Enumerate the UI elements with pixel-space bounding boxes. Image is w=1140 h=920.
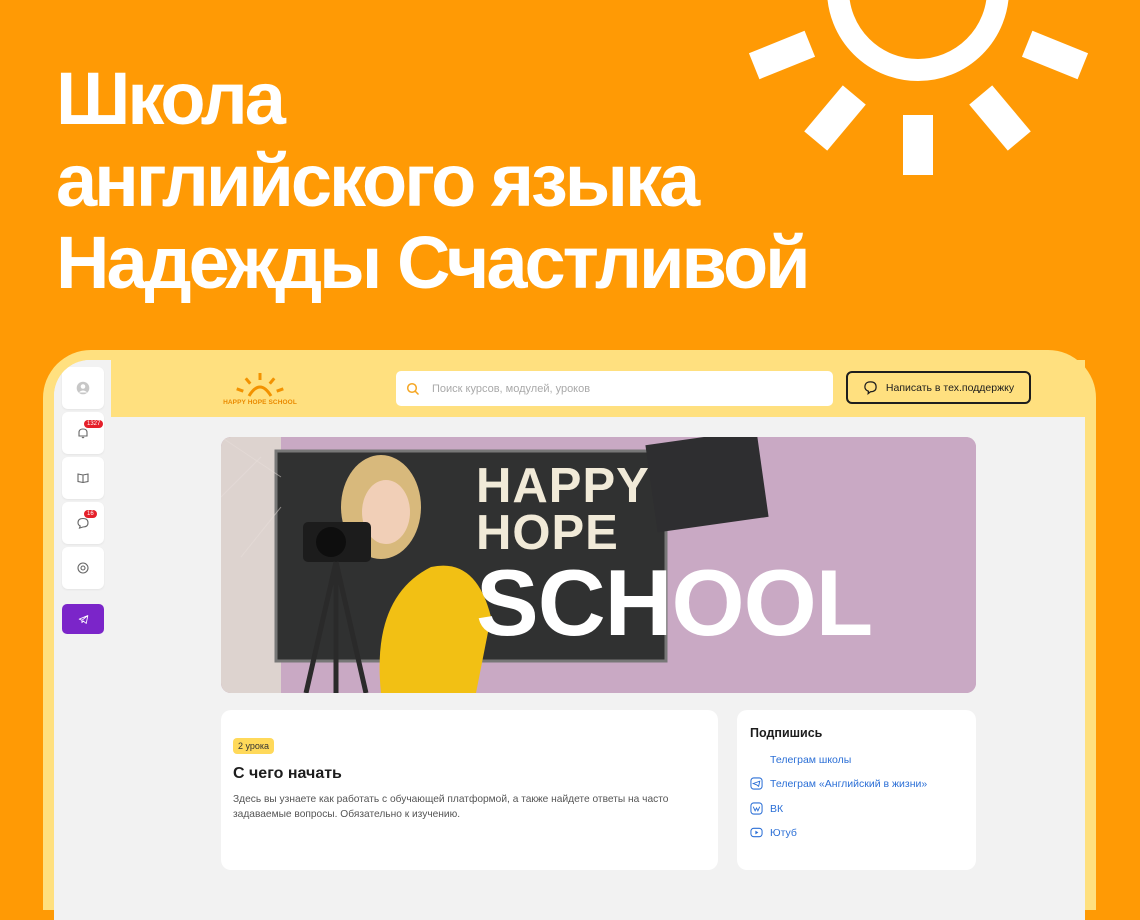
course-card[interactable]: 2 урока С чего начать Здесь вы узнаете к… xyxy=(221,710,718,870)
banner-title: HAPPY HOPE SCHOOL xyxy=(476,459,873,656)
support-label: Написать в тех.поддержку xyxy=(885,381,1015,394)
link-youtube[interactable]: Ютуб xyxy=(750,826,797,839)
telegram-icon xyxy=(750,777,763,790)
blank-icon xyxy=(750,753,763,766)
profile-button[interactable] xyxy=(62,367,104,409)
banner-line-3: SCHOOL xyxy=(476,550,873,656)
link-vk[interactable]: ВК xyxy=(750,802,783,815)
link-school-telegram[interactable]: Телеграм школы xyxy=(750,753,851,766)
messages-count-badge: 16 xyxy=(84,510,97,518)
hero-banner: HAPPY HOPE SCHOOL xyxy=(221,437,976,693)
course-title[interactable]: С чего начать xyxy=(233,765,342,783)
subscribe-card: Подпишись Телеграм школы Телеграм «Англи… xyxy=(737,710,976,870)
notifications-count-badge: 1327 xyxy=(84,420,104,428)
app-screen: 1327 16 HAPPY HOPE SCHOOL Поиск курсов, … xyxy=(54,360,1085,920)
left-sidebar: 1327 16 xyxy=(54,360,111,920)
course-description: Здесь вы узнаете как работать с обучающе… xyxy=(233,794,669,820)
link-label: Телеграм «Английский в жизни» xyxy=(770,777,928,790)
telegram-icon xyxy=(78,614,88,624)
at-sign-icon xyxy=(77,562,89,574)
link-label: ВК xyxy=(770,802,784,815)
banner-line-1: HAPPY xyxy=(476,459,650,513)
search-icon xyxy=(406,382,420,395)
link-label: Ютуб xyxy=(770,826,797,839)
school-logo[interactable]: HAPPY HOPE SCHOOL xyxy=(221,370,299,410)
search-box[interactable] xyxy=(396,371,833,406)
subscribe-title: Подпишись xyxy=(750,726,823,740)
logo-text: HAPPY HOPE SCHOOL xyxy=(223,399,297,406)
top-bar: HAPPY HOPE SCHOOL Написать в тех.поддерж… xyxy=(111,360,1085,417)
bell-icon xyxy=(78,428,88,439)
vk-icon xyxy=(750,802,763,815)
link-english-telegram[interactable]: Телеграм «Английский в жизни» xyxy=(750,777,927,790)
device-frame: 1327 16 HAPPY HOPE SCHOOL Поиск курсов, … xyxy=(43,350,1096,920)
notifications-button[interactable]: 1327 xyxy=(62,412,104,454)
lesson-count-badge: 2 урока xyxy=(233,738,275,754)
sun-icon xyxy=(748,0,1089,175)
courses-button[interactable] xyxy=(62,457,104,499)
chat-bubble-icon xyxy=(864,381,877,395)
telegram-button[interactable] xyxy=(62,604,104,634)
chat-icon xyxy=(77,517,89,529)
search-input[interactable] xyxy=(430,381,814,396)
messages-button[interactable]: 16 xyxy=(62,502,104,544)
avatar-icon xyxy=(76,381,90,395)
book-icon xyxy=(77,473,89,484)
youtube-icon xyxy=(750,827,763,838)
link-label: Телеграм школы xyxy=(770,753,852,766)
contacts-button[interactable] xyxy=(62,547,104,589)
support-button[interactable]: Написать в тех.поддержку xyxy=(846,371,1031,404)
